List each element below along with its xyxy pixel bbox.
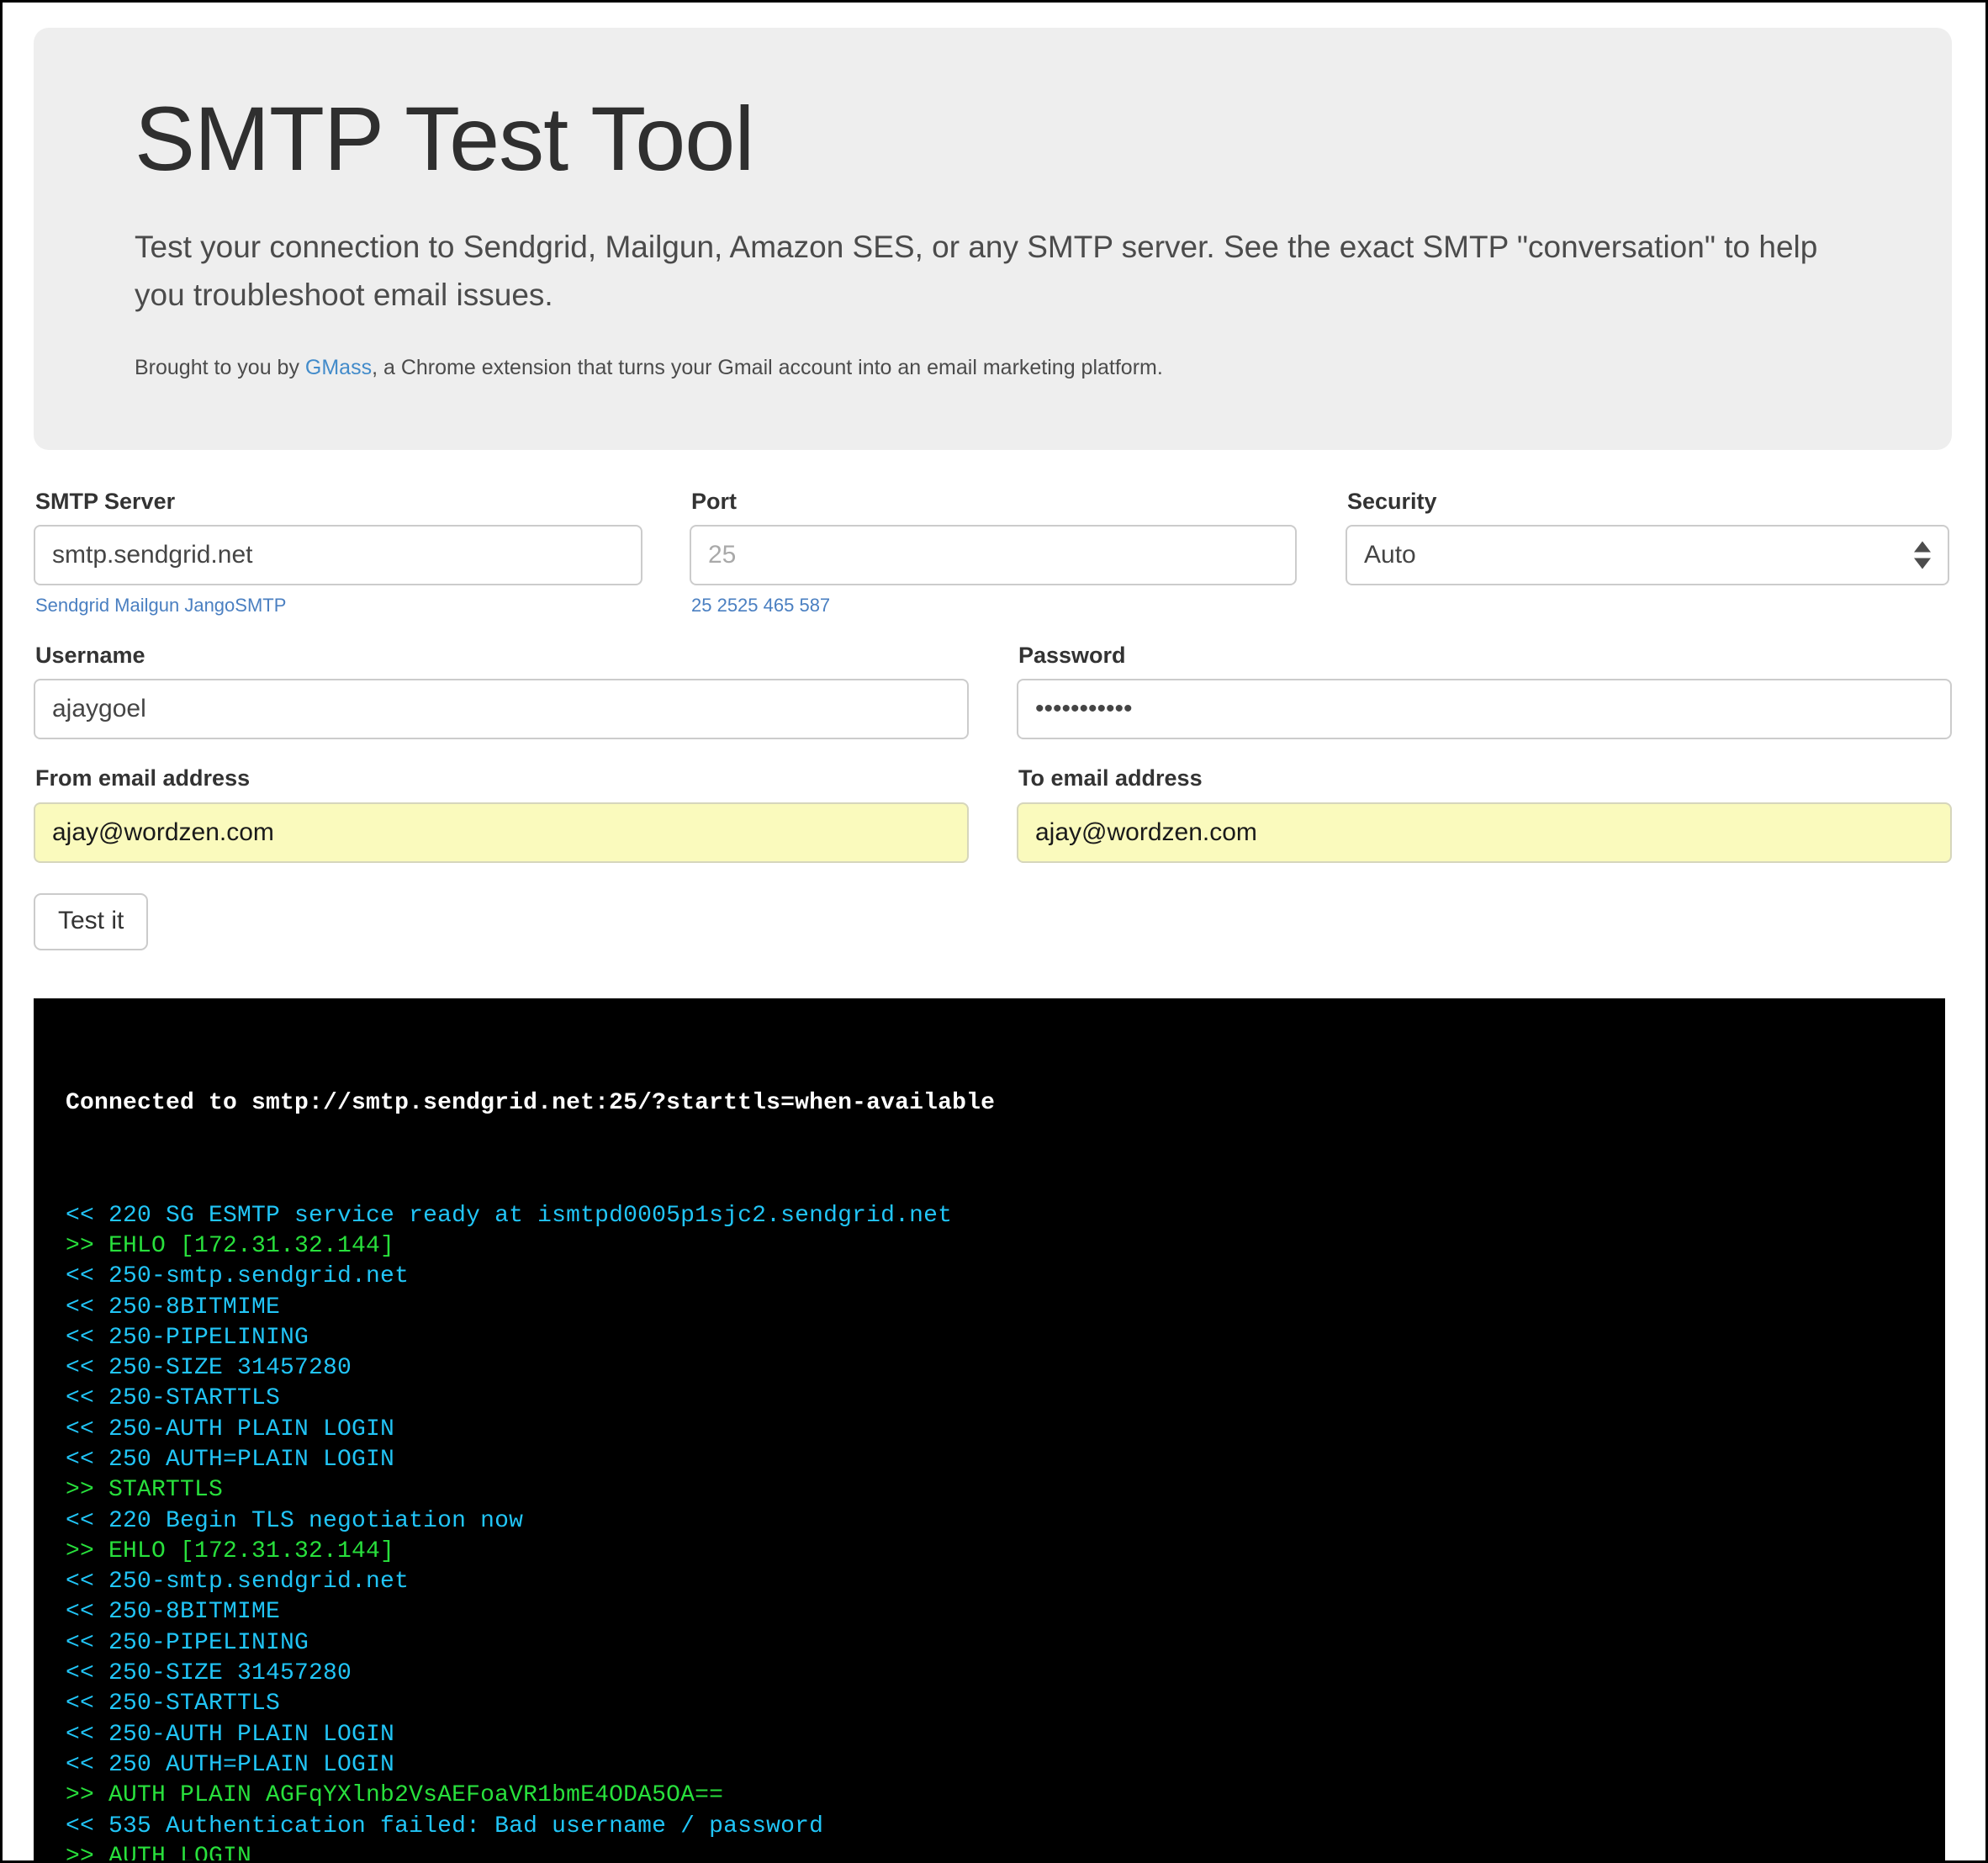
form-row-addresses: From email address To email address	[34, 766, 1952, 863]
from-email-label: From email address	[35, 766, 969, 791]
field-from-email: From email address	[34, 766, 969, 863]
terminal-line-in: << 250-SIZE 31457280	[66, 1353, 1945, 1384]
terminal-line-in: << 250-8BITMIME	[66, 1293, 1945, 1323]
from-email-input[interactable]	[34, 802, 969, 863]
terminal-line-out: >> AUTH LOGIN	[66, 1842, 1945, 1860]
form-row-connection: SMTP Server Sendgrid Mailgun JangoSMTP P…	[34, 490, 1952, 617]
field-username: Username	[34, 643, 969, 740]
page-credit: Brought to you by GMass, a Chrome extens…	[135, 353, 1952, 383]
form-row-credentials: Username Password	[34, 643, 1952, 740]
to-email-input[interactable]	[1017, 802, 1952, 863]
password-input[interactable]	[1017, 679, 1952, 739]
smtp-test-form: SMTP Server Sendgrid Mailgun JangoSMTP P…	[34, 450, 1952, 950]
terminal-line-out: >> EHLO [172.31.32.144]	[66, 1231, 1945, 1262]
terminal-line-in: << 250-AUTH PLAIN LOGIN	[66, 1415, 1945, 1445]
page-title: SMTP Test Tool	[135, 93, 1952, 184]
smtp-server-hint[interactable]: Sendgrid Mailgun JangoSMTP	[35, 595, 642, 617]
terminal-line-in: << 220 Begin TLS negotiation now	[66, 1506, 1945, 1537]
terminal-line-in: << 250-PIPELINING	[66, 1323, 1945, 1353]
terminal-line-in: << 250-STARTTLS	[66, 1384, 1945, 1414]
field-to-email: To email address	[1017, 766, 1952, 863]
security-select[interactable]	[1346, 525, 1949, 585]
gmass-link[interactable]: GMass	[305, 356, 372, 379]
page-description: Test your connection to Sendgrid, Mailgu…	[135, 223, 1825, 320]
terminal-line-in: << 250-SIZE 31457280	[66, 1659, 1945, 1689]
terminal-line-out: >> AUTH PLAIN AGFqYXlnb2VsAEFoaVR1bmE4OD…	[66, 1781, 1945, 1811]
field-password: Password	[1017, 643, 1952, 740]
port-label: Port	[691, 490, 1297, 515]
smtp-conversation-output: Connected to smtp://smtp.sendgrid.net:25…	[34, 998, 1945, 1860]
to-email-label: To email address	[1018, 766, 1952, 791]
smtp-server-label: SMTP Server	[35, 490, 642, 515]
credit-prefix: Brought to you by	[135, 356, 305, 379]
terminal-line-in: << 250-AUTH PLAIN LOGIN	[66, 1720, 1945, 1750]
test-it-button[interactable]: Test it	[34, 893, 148, 950]
page-root: SMTP Test Tool Test your connection to S…	[3, 3, 1985, 1860]
field-security: Security	[1346, 490, 1949, 586]
terminal-line-in: << 220 SG ESMTP service ready at ismtpd0…	[66, 1201, 1945, 1231]
terminal-line-in: << 250-smtp.sendgrid.net	[66, 1262, 1945, 1292]
field-smtp-server: SMTP Server Sendgrid Mailgun JangoSMTP	[34, 490, 642, 617]
security-label: Security	[1347, 490, 1949, 515]
port-hint[interactable]: 25 2525 465 587	[691, 595, 1297, 617]
field-port: Port 25 2525 465 587	[690, 490, 1297, 617]
terminal-line-out: >> EHLO [172.31.32.144]	[66, 1537, 1945, 1567]
page-header-panel: SMTP Test Tool Test your connection to S…	[34, 28, 1952, 450]
terminal-line-in: << 250-8BITMIME	[66, 1597, 1945, 1627]
terminal-line-in: << 250 AUTH=PLAIN LOGIN	[66, 1750, 1945, 1781]
credit-suffix: , a Chrome extension that turns your Gma…	[372, 356, 1163, 379]
security-select-wrapper	[1346, 525, 1949, 585]
terminal-log: << 220 SG ESMTP service ready at ismtpd0…	[66, 1201, 1945, 1860]
terminal-line-in: << 250-smtp.sendgrid.net	[66, 1567, 1945, 1597]
terminal-line-in: << 250 AUTH=PLAIN LOGIN	[66, 1445, 1945, 1475]
port-input[interactable]	[690, 525, 1297, 585]
smtp-server-input[interactable]	[34, 525, 642, 585]
terminal-line-in: << 250-STARTTLS	[66, 1689, 1945, 1719]
password-label: Password	[1018, 643, 1952, 669]
terminal-connected-line: Connected to smtp://smtp.sendgrid.net:25…	[66, 1088, 1945, 1119]
terminal-line-out: >> STARTTLS	[66, 1475, 1945, 1506]
terminal-line-in: << 250-PIPELINING	[66, 1628, 1945, 1659]
username-input[interactable]	[34, 679, 969, 739]
terminal-line-in: << 535 Authentication failed: Bad userna…	[66, 1812, 1945, 1842]
username-label: Username	[35, 643, 969, 669]
